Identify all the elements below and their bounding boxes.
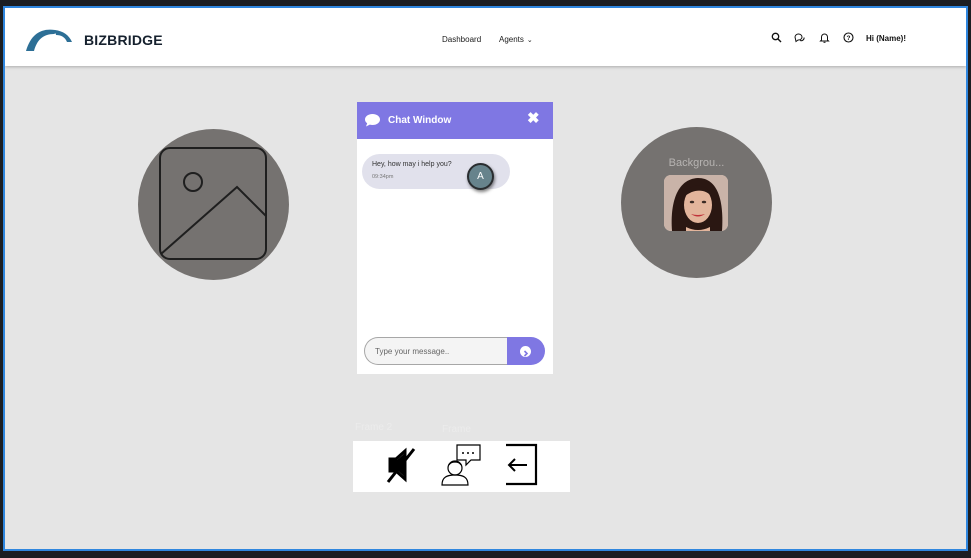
search-icon[interactable] [771,32,782,43]
nav-agents-menu[interactable]: Agents ⌄ [499,35,533,44]
call-controls-bar [353,441,570,492]
chat-header: Chat Window ✖ [357,102,553,139]
chat-bubble-icon [365,114,380,127]
image-placeholder-icon [159,147,267,260]
background-label: Backgrou... [668,157,725,169]
message-text: Hey, how may i help you? [372,161,452,168]
user-greeting[interactable]: Hi (Name)! [866,34,906,43]
send-icon [520,346,531,357]
chat-icon[interactable] [794,32,805,43]
agent-chat-icon[interactable] [439,443,483,487]
frame-label: Frame [442,424,471,435]
message-time: 09:34pm [372,174,394,180]
nav-dashboard-link[interactable]: Dashboard [442,35,481,44]
chat-title: Chat Window [388,115,452,126]
chat-window: Chat Window ✖ Hey, how may i help you? 0… [357,102,553,374]
nav-agents-label: Agents [499,35,524,44]
message-input[interactable] [364,337,510,365]
agent-avatar[interactable]: A [467,163,494,190]
send-button[interactable] [507,337,545,365]
image-placeholder-circle[interactable] [138,129,289,280]
exit-icon[interactable] [503,443,539,487]
svg-text:?: ? [847,35,851,42]
mute-icon[interactable] [385,446,421,486]
bell-icon[interactable] [819,32,830,43]
background-circle[interactable]: Backgrou... [621,127,772,278]
top-navbar: BIZBRIDGE Dashboard Agents ⌄ ? Hi (Name)! [5,8,966,66]
app-frame: BIZBRIDGE Dashboard Agents ⌄ ? Hi (Name)! [3,6,968,551]
bizbridge-logo [26,29,72,51]
frame2-label: Frame 2 [355,422,393,433]
help-icon[interactable]: ? [843,32,854,43]
chevron-down-icon: ⌄ [526,37,533,44]
user-photo [664,175,728,231]
close-icon[interactable]: ✖ [527,111,540,126]
brand-name[interactable]: BIZBRIDGE [84,32,163,48]
